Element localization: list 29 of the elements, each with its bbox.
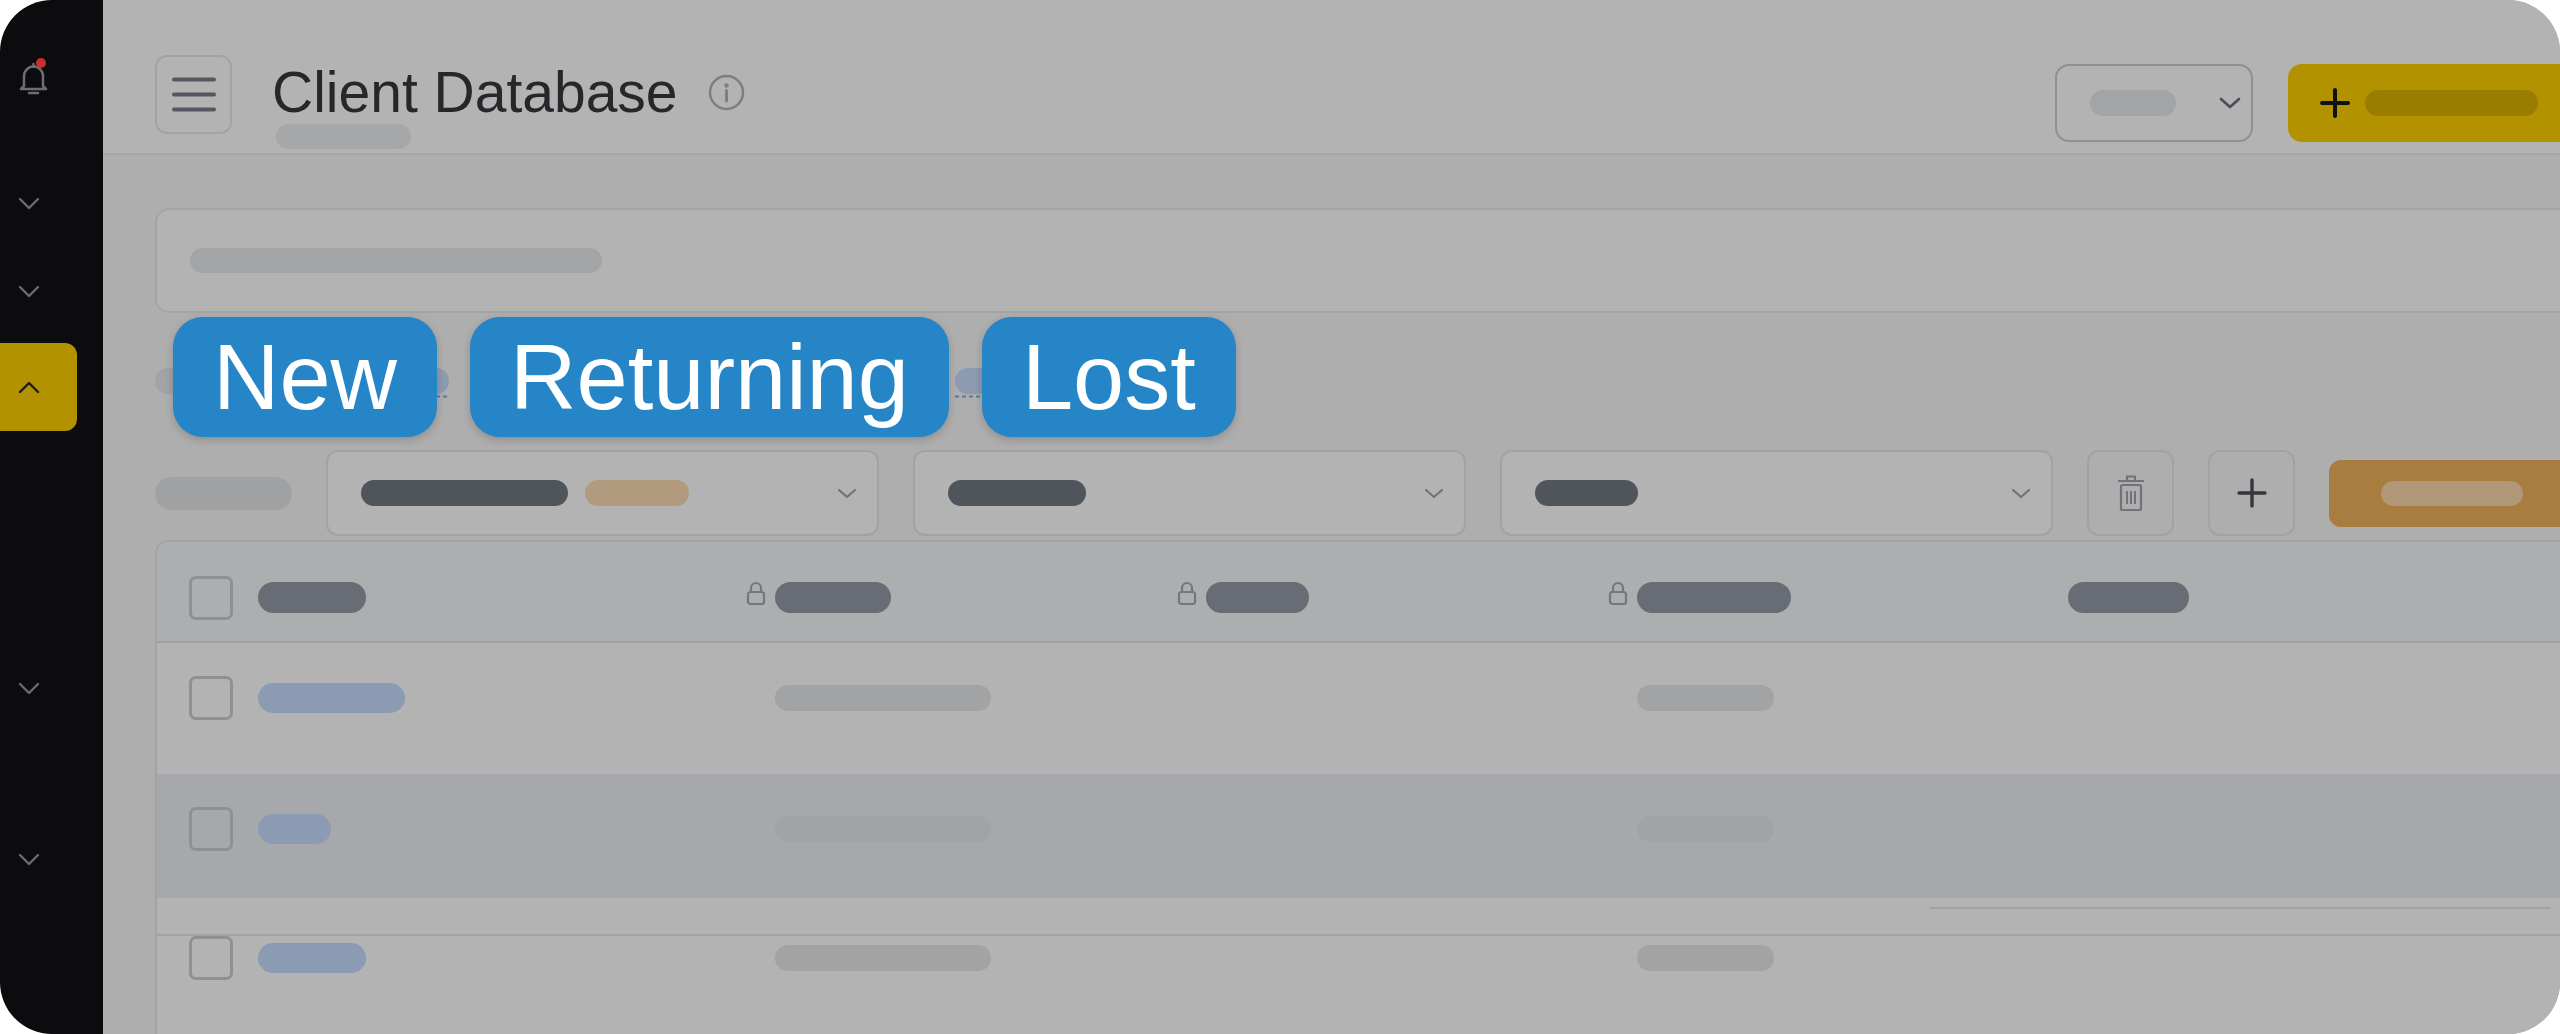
action-button[interactable] (2329, 459, 2560, 527)
chevron-down-icon (2011, 487, 2031, 499)
chevron-down-icon (1424, 487, 1444, 499)
plus-icon (2320, 88, 2350, 118)
table-row[interactable] (157, 934, 2560, 1034)
sidebar-item[interactable] (0, 343, 77, 431)
category-tag: Lost (981, 317, 1236, 437)
chevron-down-icon (2219, 97, 2241, 109)
checkbox[interactable] (189, 936, 233, 980)
menu-button[interactable] (155, 55, 232, 134)
checkbox[interactable] (189, 575, 233, 620)
plus-icon (2236, 478, 2267, 508)
dropdown[interactable] (1500, 450, 2053, 536)
checkbox[interactable] (189, 676, 233, 720)
page-title: Client Database (272, 61, 678, 123)
menu-icon (171, 77, 216, 112)
info-icon[interactable] (707, 73, 745, 111)
bell-icon[interactable] (19, 62, 48, 95)
category-tag: Returning (470, 317, 949, 437)
add-button[interactable] (2208, 450, 2295, 536)
chevron-down-icon (837, 487, 857, 499)
table-row[interactable] (157, 774, 2560, 898)
dropdown[interactable] (2055, 64, 2253, 142)
dropdown[interactable] (326, 450, 879, 536)
category-tag: New (173, 317, 438, 437)
trash-icon (2116, 474, 2145, 512)
checkbox[interactable] (189, 807, 233, 851)
delete-button[interactable] (2087, 450, 2174, 536)
dropdown[interactable] (913, 450, 1466, 536)
